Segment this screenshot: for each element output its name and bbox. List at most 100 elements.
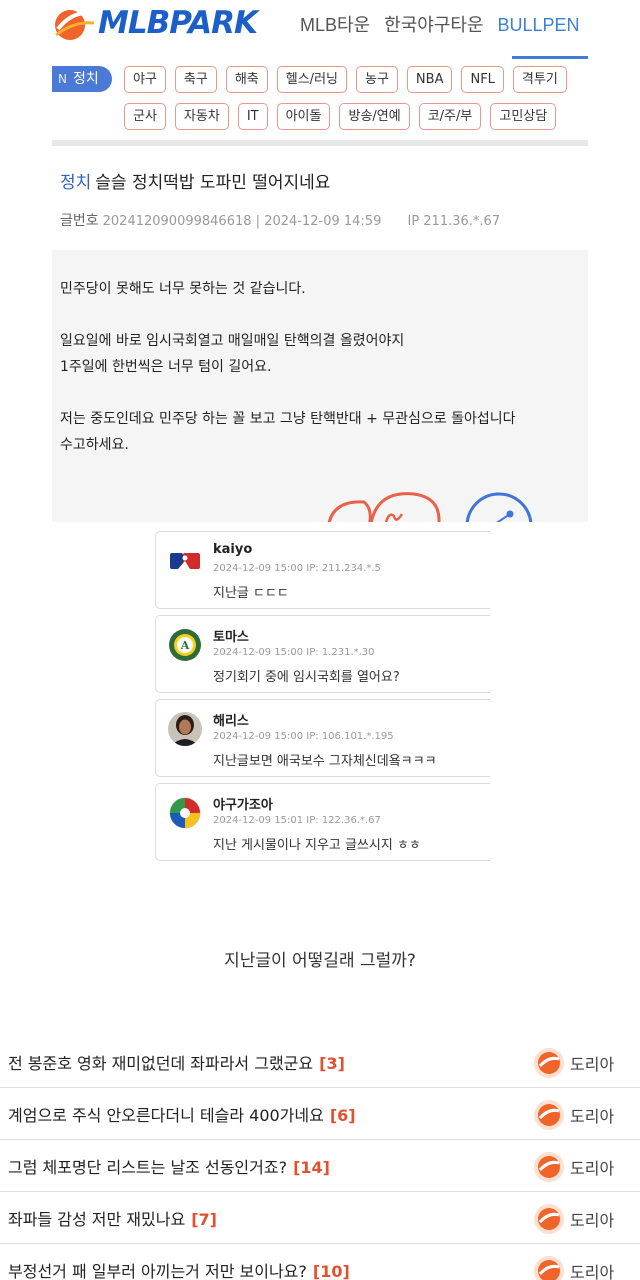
- related-post-author[interactable]: 도리아: [532, 1046, 614, 1080]
- mlbpark-ball-icon: [55, 10, 95, 40]
- post-datetime: 2024-12-09 14:59: [264, 214, 382, 229]
- site-logo[interactable]: MLBPARK: [52, 2, 258, 44]
- related-post-title-text: 계엄으로 주식 안오른다더니 테슬라 400가네요: [8, 1106, 324, 1125]
- logo-text: MLBPARK: [98, 5, 258, 41]
- related-post-title[interactable]: 전 봉준호 영화 재미없던데 좌파라서 그랬군요 [3]: [8, 1050, 345, 1074]
- related-post-author[interactable]: 도리아: [532, 1150, 614, 1184]
- comment: kaiyo 2024-12-09 15:00 IP: 211.234.*.5 지…: [155, 531, 490, 609]
- comment-meta: 2024-12-09 15:01 IP: 122.36.*.67: [213, 815, 381, 826]
- related-post-title[interactable]: 계엄으로 주식 안오른다더니 테슬라 400가네요 [6]: [8, 1102, 356, 1126]
- post-body: 민주당이 못해도 너무 못하는 것 같습니다. 일요일에 바로 임시국회열고 매…: [52, 250, 588, 522]
- comment-text: 정기회기 중에 임시국회를 열어요?: [213, 670, 400, 685]
- comment-text: 지난글보면 애국보수 그자체신데욬ㅋㅋㅋ: [213, 754, 437, 769]
- related-post-title-text: 전 봉준호 영화 재미없던데 좌파라서 그랬군요: [8, 1054, 314, 1073]
- like-button-icon[interactable]: [324, 490, 444, 522]
- post-body-line: 일요일에 바로 임시국회열고 매일매일 탄핵의결 올렸어야지: [60, 333, 405, 349]
- chip-nba[interactable]: NBA: [406, 66, 453, 93]
- chip-basketball[interactable]: 농구: [356, 66, 398, 93]
- chip-advice[interactable]: 고민상담: [490, 103, 557, 130]
- mlb-logo-icon: [168, 544, 202, 578]
- related-post-row[interactable]: 계엄으로 주식 안오른다더니 테슬라 400가네요 [6] 도리아: [0, 1088, 640, 1140]
- chip-health-running[interactable]: 헬스/러닝: [276, 66, 347, 93]
- chip-martial-arts[interactable]: 격투기: [512, 66, 567, 93]
- comment-meta: 2024-12-09 15:00 IP: 1.231.*.30: [213, 647, 375, 658]
- category-chips: 야구 축구 해축 헬스/러닝 농구 NBA NFL 격투기 군사 자동차 IT …: [124, 66, 588, 136]
- related-post-title-text: 그럼 체포명단 리스트는 날조 선동인거죠?: [8, 1158, 288, 1177]
- wbc-logo-icon: [168, 796, 202, 830]
- author-nickname: 도리아: [570, 1107, 615, 1126]
- chip-idol[interactable]: 아이돌: [276, 103, 331, 130]
- chip-cars[interactable]: 자동차: [174, 103, 229, 130]
- new-marker: N: [58, 72, 67, 86]
- post-body-line: 수고하세요.: [60, 437, 129, 453]
- header-divider: [52, 140, 588, 146]
- comment-text: 지난글 ㄷㄷㄷ: [213, 586, 289, 601]
- level-badge-icon: [534, 1204, 564, 1234]
- category-badge-label: 정치: [72, 71, 99, 87]
- chip-stocks[interactable]: 코/주/부: [418, 103, 482, 130]
- category-badge[interactable]: N 정치: [52, 66, 112, 92]
- nav-bullpen[interactable]: BULLPEN: [498, 10, 580, 40]
- post-body-line: 저는 중도인데요 민주당 하는 꼴 보고 그냥 탄핵반대 + 무관심으로 돌아섭…: [60, 411, 516, 427]
- comment-author[interactable]: 토마스: [213, 626, 249, 645]
- chip-it[interactable]: IT: [237, 103, 268, 130]
- related-post-title[interactable]: 부정선거 패 일부러 아끼는거 저만 보이나요? [10]: [8, 1258, 350, 1280]
- comment: 해리스 2024-12-09 15:00 IP: 106.101.*.195 지…: [155, 699, 490, 777]
- comment-author[interactable]: 해리스: [213, 710, 249, 729]
- comment-count: [3]: [319, 1054, 345, 1073]
- image-caption: 지난글이 어떻길래 그럴까?: [224, 951, 416, 971]
- comment-text: 지난 게시물이나 지우고 글쓰시지 ㅎㅎ: [213, 838, 421, 853]
- related-post-row[interactable]: 전 봉준호 영화 재미없던데 좌파라서 그랬군요 [3] 도리아: [0, 1036, 640, 1088]
- chip-military[interactable]: 군사: [124, 103, 166, 130]
- active-nav-indicator: [512, 56, 588, 59]
- post-number-label: 글번호: [60, 213, 99, 229]
- level-badge-icon: [534, 1048, 564, 1078]
- author-nickname: 도리아: [570, 1211, 615, 1230]
- comment: A 토마스 2024-12-09 15:00 IP: 1.231.*.30 정기…: [155, 615, 490, 693]
- level-badge-icon: [534, 1100, 564, 1130]
- comment-count: [10]: [312, 1262, 350, 1280]
- chip-soccer[interactable]: 축구: [174, 66, 217, 93]
- related-post-row[interactable]: 좌파들 감성 저만 재밌나요 [7] 도리아: [0, 1192, 640, 1244]
- related-post-author[interactable]: 도리아: [532, 1202, 614, 1236]
- level-badge-icon: [534, 1152, 564, 1182]
- comment-count: [7]: [191, 1210, 217, 1229]
- post-title-text: 슬슬 정치떡밥 도파민 떨어지네요: [95, 173, 331, 193]
- comment-author[interactable]: 야구가조아: [213, 794, 273, 813]
- related-post-row[interactable]: 그럼 체포명단 리스트는 날조 선동인거죠? [14] 도리아: [0, 1140, 640, 1192]
- post: 정치 슬슬 정치떡밥 도파민 떨어지네요 글번호 20241209009984661…: [52, 150, 588, 522]
- comment-count: [14]: [293, 1158, 330, 1177]
- author-nickname: 도리아: [570, 1263, 615, 1280]
- nav-mlb-town[interactable]: MLB타운: [300, 10, 370, 40]
- post-ip: IP 211.36.*.67: [407, 214, 501, 229]
- related-post-title[interactable]: 그럼 체포명단 리스트는 날조 선동인거죠? [14]: [8, 1154, 330, 1178]
- site-header: MLBPARK MLB타운 한국야구타운 BULLPEN N 정치 야구 축구 해축 …: [52, 0, 588, 150]
- nav-korea-baseball-town[interactable]: 한국야구타운: [384, 10, 483, 40]
- athletics-logo-icon: A: [168, 628, 202, 662]
- author-nickname: 도리아: [570, 1055, 615, 1074]
- comment-author[interactable]: kaiyo: [213, 542, 252, 557]
- person-photo-icon: [168, 712, 202, 746]
- comment-meta: 2024-12-09 15:00 IP: 106.101.*.195: [213, 731, 394, 742]
- share-button-icon[interactable]: [464, 490, 534, 522]
- comment: 야구가조아 2024-12-09 15:01 IP: 122.36.*.67 지…: [155, 783, 490, 861]
- chip-row-2: 군사 자동차 IT 아이돌 방송/연예 코/주/부 고민상담: [124, 103, 588, 131]
- related-post-title[interactable]: 좌파들 감성 저만 재밌나요 [7]: [8, 1206, 217, 1230]
- chip-baseball[interactable]: 야구: [124, 66, 166, 93]
- post-body-line: 1주일에 한번씩은 너무 텀이 길어요.: [60, 359, 272, 375]
- top-nav: MLB타운 한국야구타운 BULLPEN: [300, 10, 588, 40]
- related-post-author[interactable]: 도리아: [532, 1254, 614, 1280]
- post-title: 정치 슬슬 정치떡밥 도파민 떨어지네요: [60, 168, 330, 193]
- related-post-row[interactable]: 부정선거 패 일부러 아끼는거 저만 보이나요? [10] 도리아: [0, 1244, 640, 1280]
- chip-overseas-soccer[interactable]: 해축: [225, 66, 268, 93]
- related-post-author[interactable]: 도리아: [532, 1098, 614, 1132]
- chip-broadcast[interactable]: 방송/연예: [339, 103, 410, 130]
- chip-nfl[interactable]: NFL: [461, 66, 504, 93]
- related-post-title-text: 좌파들 감성 저만 재밌나요: [8, 1210, 186, 1229]
- level-badge-icon: [534, 1256, 564, 1280]
- post-body-line: 민주당이 못해도 너무 못하는 것 같습니다.: [60, 281, 306, 297]
- post-category[interactable]: 정치: [60, 173, 91, 193]
- author-nickname: 도리아: [570, 1159, 615, 1178]
- comment-meta: 2024-12-09 15:00 IP: 211.234.*.5: [213, 563, 381, 574]
- related-post-title-text: 부정선거 패 일부러 아끼는거 저만 보이나요?: [8, 1262, 307, 1280]
